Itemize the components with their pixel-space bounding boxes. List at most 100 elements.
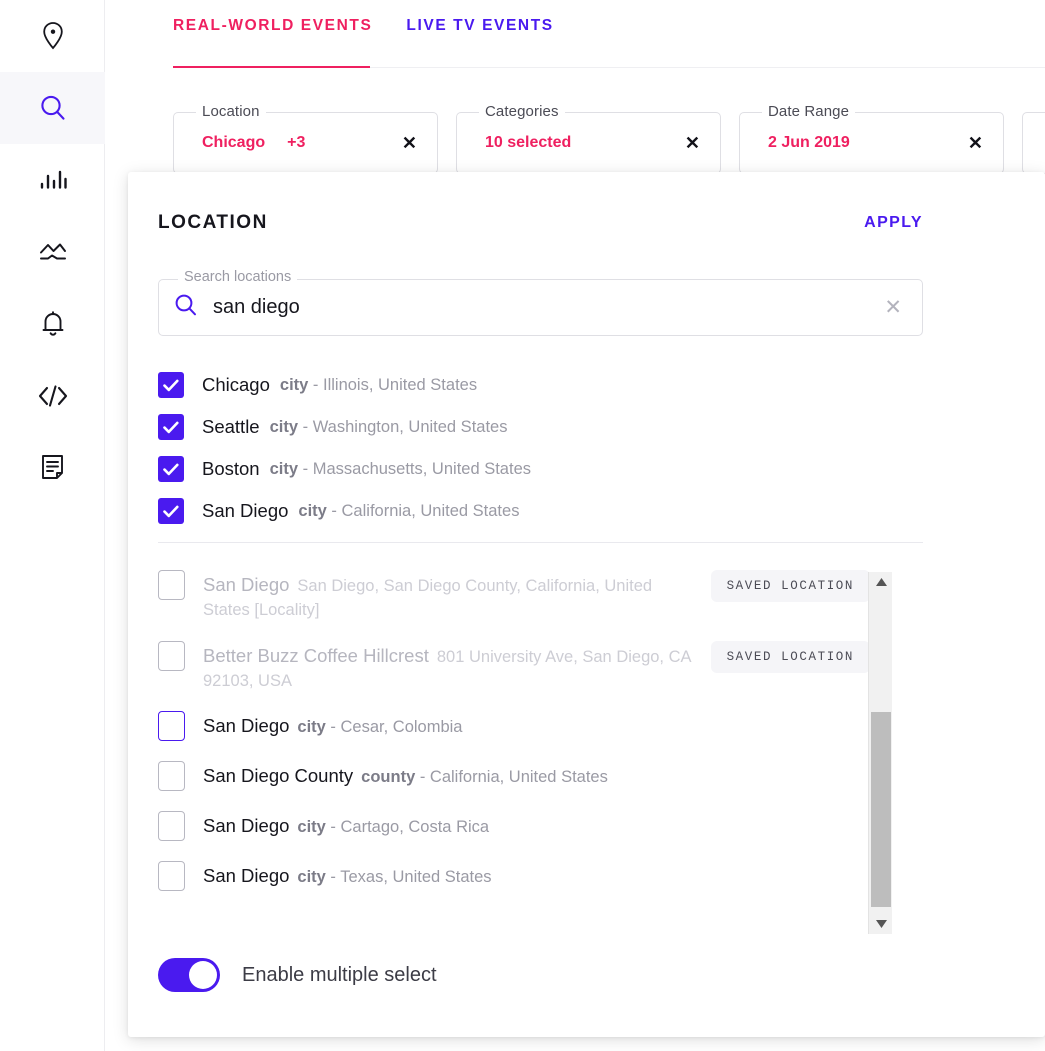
location-meta: city - Illinois, United States [280, 376, 477, 395]
filter-date-range[interactable]: Date Range 2 Jun 2019 ✕ [739, 112, 1004, 174]
sidebar-item-alerts[interactable] [0, 288, 105, 360]
status-badge: SAVED LOCATION [711, 570, 870, 602]
search-icon [38, 93, 68, 123]
list-item[interactable]: Boston city - Massachusetts, United Stat… [158, 448, 923, 490]
selected-locations-list: Chicago city - Illinois, United States S… [158, 364, 923, 532]
scroll-up-icon[interactable] [869, 572, 893, 592]
results-scrollbar[interactable] [868, 572, 892, 934]
list-item[interactable]: San Diego city - Texas, United States [158, 852, 870, 902]
tab-active-underline [173, 66, 370, 68]
checkbox-unchecked[interactable] [158, 861, 185, 891]
close-icon[interactable]: ✕ [402, 134, 417, 152]
tab-live-tv-events[interactable]: LIVE TV EVENTS [406, 0, 553, 35]
result-text: San DiegoSan Diego, San Diego County, Ca… [203, 570, 697, 622]
search-input-label: Search locations [178, 269, 297, 285]
trends-icon [38, 239, 68, 265]
close-icon[interactable]: ✕ [685, 134, 700, 152]
result-text: San Diegocity - Cartago, Costa Rica [203, 811, 870, 840]
search-input-container[interactable]: san diego ✕ [158, 279, 923, 336]
result-text: Better Buzz Coffee Hillcrest801 Universi… [203, 641, 697, 693]
close-icon[interactable]: ✕ [968, 134, 983, 152]
list-item[interactable]: San Diegocity - Cartago, Costa Rica [158, 802, 870, 852]
toggle-label: Enable multiple select [242, 964, 437, 987]
location-name: San Diego [203, 574, 289, 595]
list-item[interactable]: Chicago city - Illinois, United States [158, 364, 923, 406]
result-text: San Diego city - Cesar, Colombia [203, 711, 870, 740]
divider [158, 542, 923, 543]
list-item[interactable]: San Diego city - Cesar, Colombia [158, 702, 870, 752]
checkbox-checked[interactable] [158, 498, 184, 524]
checkbox-unchecked[interactable] [158, 711, 185, 741]
location-type: city [297, 868, 325, 886]
toggle-knob [189, 961, 217, 989]
search-input[interactable]: san diego [213, 296, 882, 319]
scroll-down-icon[interactable] [869, 914, 893, 934]
location-type: county [361, 768, 415, 786]
location-name: San Diego [203, 865, 289, 886]
checkbox-checked[interactable] [158, 372, 184, 398]
location-meta: city - Texas, United States [297, 868, 491, 886]
apply-button[interactable]: APPLY [864, 214, 923, 232]
list-item[interactable]: San DiegoSan Diego, San Diego County, Ca… [158, 561, 870, 631]
document-icon [39, 453, 66, 483]
search-locations-field: Search locations san diego ✕ [158, 279, 923, 336]
app-root: REAL-WORLD EVENTS LIVE TV EVENTS Locatio… [0, 0, 1045, 1051]
location-place: Massachusetts, United States [313, 460, 531, 478]
location-type: city [297, 818, 325, 836]
location-meta: city - Cesar, Colombia [297, 718, 462, 736]
sidebar-item-map[interactable] [0, 0, 105, 72]
sidebar-item-reports[interactable] [0, 432, 105, 504]
location-place: Washington, United States [313, 418, 508, 436]
bar-chart-icon [39, 167, 67, 193]
filter-location[interactable]: Location Chicago +3 ✕ [173, 112, 438, 174]
location-type: city [297, 718, 325, 736]
checkbox-checked[interactable] [158, 414, 184, 440]
filter-location-overflow-count: +3 [287, 134, 305, 152]
location-place: California, United States [342, 502, 520, 520]
location-name: Chicago [202, 374, 270, 396]
location-meta: city - California, United States [298, 502, 519, 521]
multiple-select-toggle[interactable] [158, 958, 220, 992]
location-type: city [298, 502, 326, 520]
list-item[interactable]: Better Buzz Coffee Hillcrest801 Universi… [158, 632, 870, 702]
sidebar-item-api[interactable] [0, 360, 105, 432]
list-item[interactable]: Seattle city - Washington, United States [158, 406, 923, 448]
checkbox-unchecked[interactable] [158, 761, 185, 791]
sidebar-rail [0, 0, 105, 1051]
list-item[interactable]: San Diego city - California, United Stat… [158, 490, 923, 532]
location-type: city [280, 376, 308, 394]
location-name: San Diego [202, 500, 288, 522]
location-type: city [270, 418, 298, 436]
filter-additional[interactable] [1022, 112, 1045, 174]
location-name: San Diego [203, 715, 289, 736]
sidebar-item-search[interactable] [0, 72, 105, 144]
location-meta: city - Washington, United States [270, 418, 508, 437]
panel-header: LOCATION APPLY [158, 212, 923, 234]
checkbox-unchecked[interactable] [158, 570, 185, 600]
filter-categories-value: 10 selected [485, 134, 571, 152]
location-type: city [270, 460, 298, 478]
location-results-list[interactable]: United States [Locality] San DiegoSan Di… [158, 560, 910, 930]
location-place: Illinois, United States [323, 376, 477, 394]
enable-multiple-select-row: Enable multiple select [158, 958, 437, 992]
sidebar-item-charts[interactable] [0, 144, 105, 216]
filter-location-legend: Location [196, 103, 266, 120]
checkbox-unchecked[interactable] [158, 641, 185, 671]
sidebar-item-trends[interactable] [0, 216, 105, 288]
status-badge: SAVED LOCATION [711, 641, 870, 673]
map-pin-icon [40, 21, 66, 51]
tab-real-world-events[interactable]: REAL-WORLD EVENTS [173, 0, 372, 35]
result-text: San Diego Countycounty - California, Uni… [203, 761, 870, 790]
filter-categories[interactable]: Categories 10 selected ✕ [456, 112, 721, 174]
search-icon [173, 292, 199, 323]
clear-search-icon[interactable]: ✕ [882, 297, 904, 318]
list-item[interactable]: San Diego Countycounty - California, Uni… [158, 752, 870, 802]
location-meta: county - California, United States [361, 768, 608, 786]
filter-location-value: Chicago [202, 134, 265, 152]
scrollbar-thumb[interactable] [871, 712, 891, 907]
checkbox-checked[interactable] [158, 456, 184, 482]
code-icon [37, 383, 69, 409]
location-name: Better Buzz Coffee Hillcrest [203, 645, 429, 666]
checkbox-unchecked[interactable] [158, 811, 185, 841]
location-name: Seattle [202, 416, 260, 438]
